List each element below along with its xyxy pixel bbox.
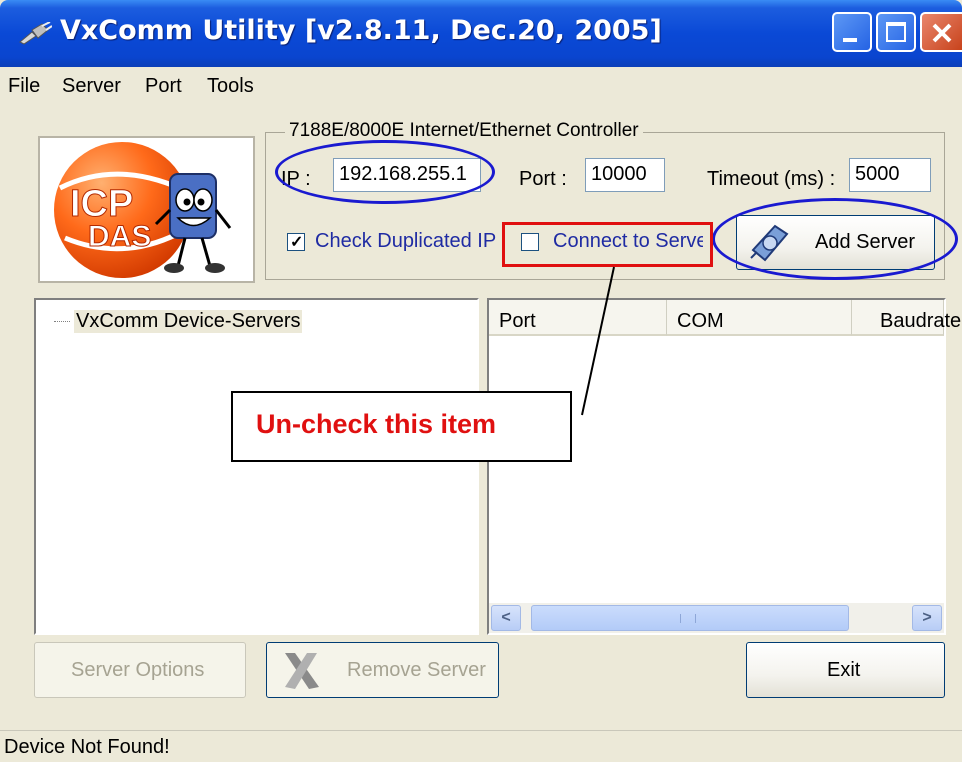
plug-icon xyxy=(19,22,52,45)
svg-text:DAS: DAS xyxy=(88,220,151,253)
menu-file[interactable]: File xyxy=(8,75,40,98)
close-icon xyxy=(932,23,952,43)
device-server-tree[interactable]: VxComm Device-Servers xyxy=(34,298,479,635)
status-text: Device Not Found! xyxy=(4,736,170,758)
thumb-grip-icon xyxy=(680,614,696,623)
timeout-field[interactable]: 5000 xyxy=(849,158,931,192)
callout-pointer-line xyxy=(581,266,615,416)
port-field[interactable]: 10000 xyxy=(585,158,665,192)
menu-tools[interactable]: Tools xyxy=(207,75,254,98)
column-header-com[interactable]: COM xyxy=(667,300,852,336)
title-bar[interactable]: VxComm Utility [v2.8.11, Dec.20, 2005] xyxy=(0,0,962,67)
exit-label: Exit xyxy=(827,659,861,681)
horizontal-scrollbar[interactable]: < > xyxy=(489,603,944,633)
menu-port[interactable]: Port xyxy=(145,75,182,98)
exit-button[interactable]: Exit xyxy=(746,642,945,698)
scroll-right-icon[interactable]: > xyxy=(912,605,942,631)
checkmark-icon: ✓ xyxy=(290,234,304,251)
minimize-icon xyxy=(843,38,857,42)
server-options-button[interactable]: Server Options xyxy=(34,642,246,698)
ip-highlight-ellipse xyxy=(275,140,495,204)
port-label: Port : xyxy=(519,168,567,190)
menu-server[interactable]: Server xyxy=(62,75,121,98)
remove-x-icon xyxy=(285,653,319,689)
remove-server-button[interactable]: Remove Server xyxy=(266,642,499,698)
connect-highlight-rect xyxy=(502,222,713,267)
tree-connector xyxy=(54,321,70,322)
add-server-highlight-ellipse xyxy=(712,198,958,280)
status-bar: Device Not Found! xyxy=(0,730,962,762)
icp-das-logo: ICP DAS xyxy=(38,136,255,283)
server-options-label: Server Options xyxy=(71,659,205,681)
timeout-label: Timeout (ms) : xyxy=(707,168,836,190)
svg-text:ICP: ICP xyxy=(70,183,133,225)
remove-server-label: Remove Server xyxy=(347,659,486,681)
check-duplicated-label[interactable]: Check Duplicated IP xyxy=(315,230,496,253)
tree-root-item[interactable]: VxComm Device-Servers xyxy=(74,310,303,333)
scrollbar-thumb[interactable] xyxy=(531,605,849,631)
column-header-baudrate[interactable]: Baudrate xyxy=(852,300,961,336)
close-button[interactable] xyxy=(920,12,962,52)
minimize-button[interactable] xyxy=(832,12,872,52)
window-title: VxComm Utility [v2.8.11, Dec.20, 2005] xyxy=(60,15,662,46)
port-list[interactable]: Port COM Baudrate < > xyxy=(487,298,961,635)
maximize-button[interactable] xyxy=(876,12,916,52)
annotation-callout: Un-check this item xyxy=(231,391,572,462)
vxcomm-window: VxComm Utility [v2.8.11, Dec.20, 2005] F… xyxy=(0,0,962,762)
maximize-icon xyxy=(886,22,906,42)
check-duplicated-checkbox[interactable]: ✓ xyxy=(287,233,305,251)
logo-mascot-icon: ICP DAS xyxy=(54,142,232,278)
menu-bar: File Server Port Tools xyxy=(0,67,962,103)
callout-text: Un-check this item xyxy=(256,409,497,439)
scroll-left-icon[interactable]: < xyxy=(491,605,521,631)
controller-group-legend: 7188E/8000E Internet/Ethernet Controller xyxy=(285,120,643,142)
